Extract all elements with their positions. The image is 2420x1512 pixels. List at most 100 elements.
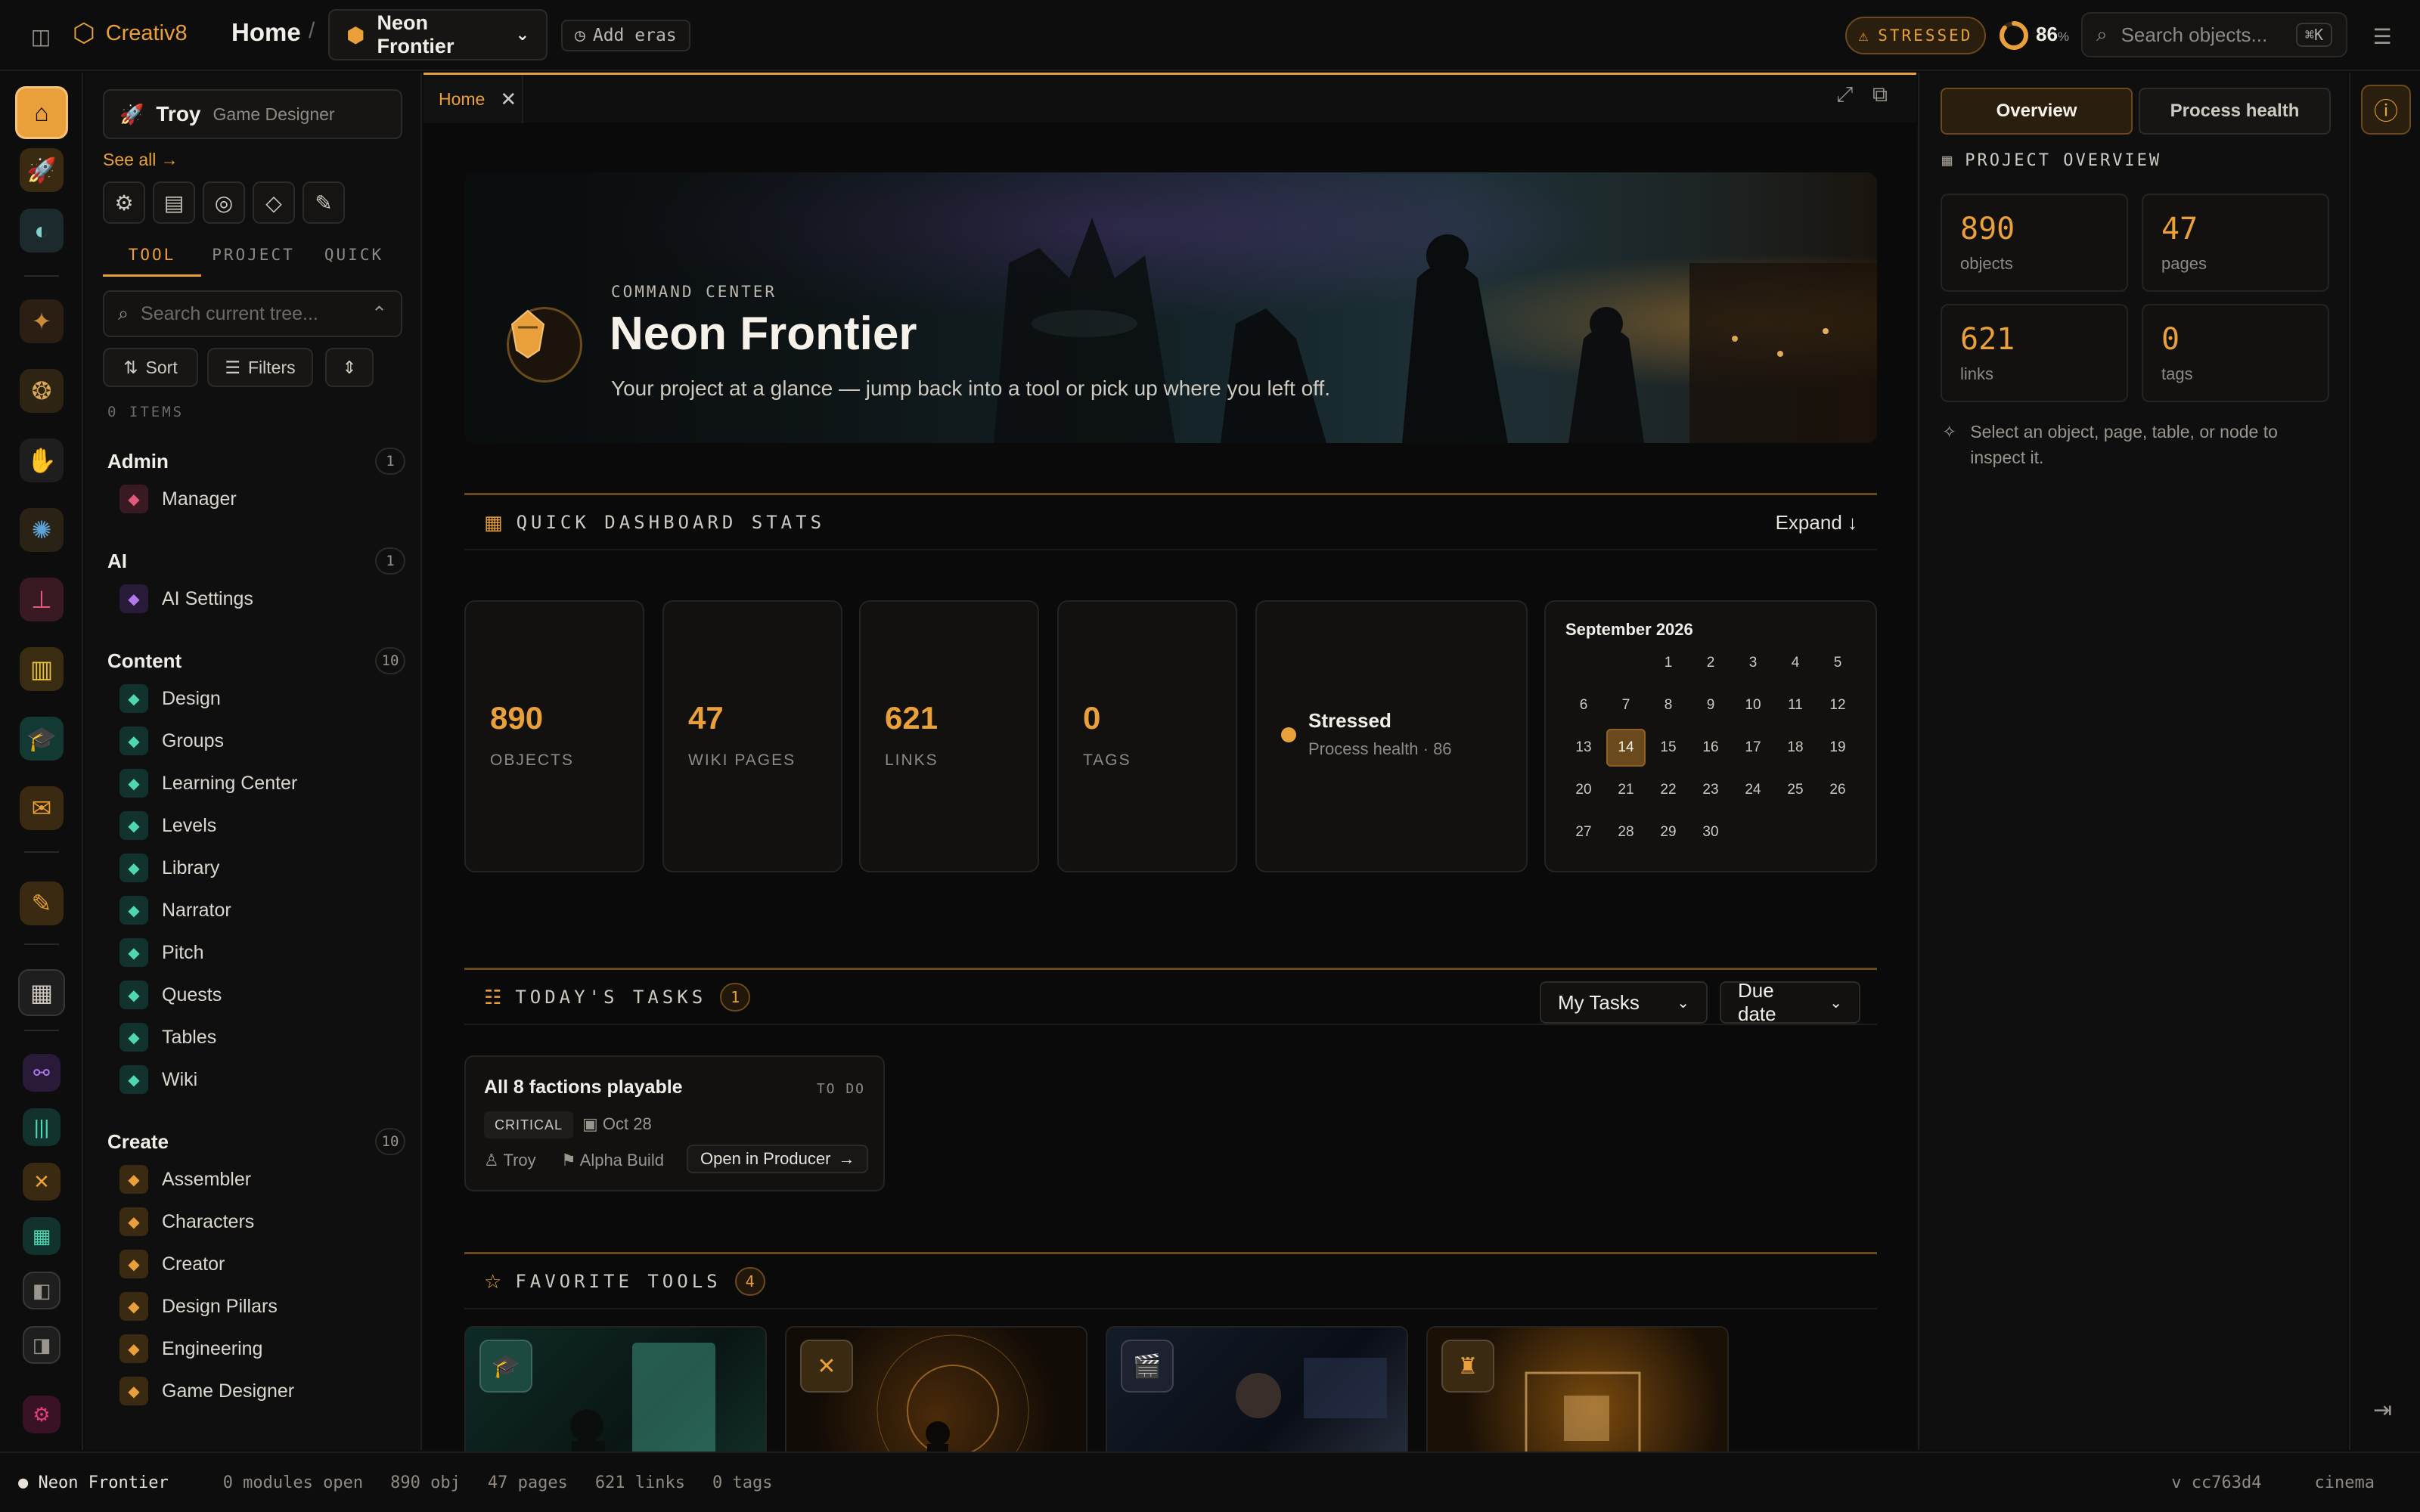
rocket-icon[interactable]: 🚀 [20, 148, 64, 192]
calendar-day[interactable]: 17 [1733, 729, 1773, 767]
calendar-day[interactable]: 6 [1564, 686, 1603, 724]
status-badge[interactable]: ⚠ STRESSED [1845, 17, 1986, 54]
expand-collapse-button[interactable]: ⇕ [325, 348, 374, 387]
calendar-day[interactable]: 18 [1776, 729, 1815, 767]
tree-item[interactable]: ◆ Quests [119, 978, 222, 1012]
crossed-swords-icon[interactable]: ✕ [23, 1163, 60, 1201]
breadcrumb-home[interactable]: Home [231, 18, 301, 47]
books-icon[interactable]: ||| [23, 1108, 60, 1146]
info-icon[interactable]: ⓘ [2361, 85, 2411, 135]
tab-project[interactable]: PROJECT [204, 239, 302, 277]
calendar-day[interactable]: 4 [1776, 644, 1815, 682]
calendar-day[interactable]: 25 [1776, 771, 1815, 809]
calendar-day[interactable]: 26 [1818, 771, 1857, 809]
layout-icon[interactable]: ▤ [153, 181, 195, 224]
factory-icon[interactable]: ▥ [20, 647, 64, 691]
tree-item[interactable]: ◆ Library [119, 851, 219, 885]
tree-item[interactable]: ◆ AI Settings [119, 582, 253, 615]
calendar-day[interactable]: 11 [1776, 686, 1815, 724]
calendar-day[interactable]: 19 [1818, 729, 1857, 767]
filters-button[interactable]: ☰ Filters [207, 348, 313, 387]
tree-item[interactable]: ◆ Wiki [119, 1063, 197, 1096]
brain-icon[interactable]: ❂ [20, 369, 64, 413]
calendar-day[interactable]: 10 [1733, 686, 1773, 724]
tab-home[interactable]: Home ✕ [424, 75, 523, 123]
tree-item[interactable]: ◆ Game Designer [119, 1374, 294, 1408]
stat-card-wiki-pages[interactable]: 47 WIKI PAGES [662, 600, 842, 872]
tab-overview[interactable]: Overview [1941, 88, 2133, 135]
calendar-day[interactable]: 23 [1691, 771, 1730, 809]
tree-item[interactable]: ◆ Creator [119, 1247, 225, 1281]
globe-icon[interactable]: ◎ [203, 181, 245, 224]
tree-group-header[interactable]: Content 10 [107, 646, 405, 676]
panel-left-icon[interactable]: ◧ [23, 1272, 60, 1309]
tree-item[interactable]: ◆ Design [119, 682, 221, 715]
tree-group-header[interactable]: AI 1 [107, 546, 405, 576]
calendar-day[interactable]: 16 [1691, 729, 1730, 767]
tree-item[interactable]: ◆ Groups [119, 724, 224, 758]
bot-icon[interactable]: ✺ [20, 508, 64, 552]
sliders-icon[interactable]: ☰ [2367, 21, 2397, 51]
tree-item[interactable]: ◆ Narrator [119, 894, 231, 927]
tree-search-input[interactable]: ⌕ Search current tree... ⌃ [103, 290, 402, 337]
graduation-cap-icon[interactable]: 🎓 [20, 717, 64, 761]
calendar-day[interactable]: 28 [1606, 813, 1646, 851]
calendar-day-today[interactable]: 14 [1606, 729, 1646, 767]
tab-quick[interactable]: QUICK [306, 239, 402, 277]
tab-process-health[interactable]: Process health [2139, 88, 2331, 135]
ticket-icon[interactable]: ✉ [20, 786, 64, 830]
panel-right-icon[interactable]: ◨ [23, 1326, 60, 1364]
sidebar-toggle-icon[interactable]: ◫ [26, 21, 56, 51]
user-chip[interactable]: 🚀 Troy Game Designer [103, 89, 402, 139]
dashboard-icon[interactable]: ▦ [23, 1217, 60, 1255]
calendar-day[interactable]: 29 [1649, 813, 1688, 851]
task-sort-select[interactable]: Due date ⌄ [1720, 979, 1860, 1025]
shapes-icon[interactable]: ◇ [253, 181, 295, 224]
project-selector[interactable]: ⬢ Neon Frontier ⌄ [328, 9, 548, 60]
hand-icon[interactable]: ✋ [20, 438, 64, 482]
tools-icon[interactable]: ⚙ [103, 181, 145, 224]
grid-icon[interactable]: ▦ [18, 969, 65, 1016]
close-icon[interactable]: ✕ [500, 88, 517, 111]
external-link-icon[interactable]: ⧉ [1872, 82, 1888, 107]
see-all-link[interactable]: See all → [103, 150, 178, 170]
calendar-day[interactable]: 2 [1691, 644, 1730, 682]
tree-item[interactable]: ◆ Assembler [119, 1163, 251, 1196]
calendar-day[interactable]: 20 [1564, 771, 1603, 809]
gear-icon[interactable]: ⚙ [23, 1396, 60, 1433]
calendar-day[interactable]: 5 [1818, 644, 1857, 682]
tree-item[interactable]: ◆ Pitch [119, 936, 204, 969]
share-icon[interactable]: ⚯ [23, 1054, 60, 1092]
add-eras-button[interactable]: ◷ Add eras [561, 20, 690, 51]
tree-group-header[interactable]: Admin 1 [107, 446, 405, 476]
stat-card-tags[interactable]: 0 TAGS [1057, 600, 1237, 872]
tree-item[interactable]: ◆ Tables [119, 1021, 216, 1054]
expand-button[interactable]: Expand ↓ [1776, 511, 1857, 534]
maximize-icon[interactable]: ⤢ [1836, 82, 1853, 107]
calendar-day[interactable]: 22 [1649, 771, 1688, 809]
pencil-icon[interactable]: ✎ [302, 181, 345, 224]
calendar-day[interactable]: 13 [1564, 729, 1603, 767]
calendar-day[interactable]: 8 [1649, 686, 1688, 724]
calendar-day[interactable]: 30 [1691, 813, 1730, 851]
calendar-day[interactable]: 12 [1818, 686, 1857, 724]
calendar-day[interactable]: 3 [1733, 644, 1773, 682]
tree-group-header[interactable]: Create 10 [107, 1126, 405, 1157]
tree-item[interactable]: ◆ Characters [119, 1205, 254, 1238]
open-in-producer-button[interactable]: Open in Producer → [687, 1145, 869, 1173]
calendar-day[interactable]: 24 [1733, 771, 1773, 809]
calendar-day[interactable]: 9 [1691, 686, 1730, 724]
tree-item[interactable]: ◆ Engineering [119, 1332, 262, 1365]
brand-logo[interactable]: ⬡ Creativ8 [73, 18, 188, 48]
panel-collapse-icon[interactable]: ⇥ [2373, 1397, 2392, 1424]
tab-tool[interactable]: TOOL [103, 239, 201, 277]
calendar-day[interactable]: 15 [1649, 729, 1688, 767]
profile-icon[interactable]: ◐ [20, 209, 64, 253]
stat-card-objects[interactable]: 890 OBJECTS [464, 600, 644, 872]
sort-button[interactable]: ⇅ Sort [103, 348, 198, 387]
tree-item[interactable]: ◆ Levels [119, 809, 216, 842]
calendar-day[interactable]: 7 [1606, 686, 1646, 724]
calendar-day[interactable]: 27 [1564, 813, 1603, 851]
search-input[interactable]: ⌕ Search objects... ⌘K [2081, 12, 2347, 57]
home-icon[interactable]: ⌂ [15, 86, 68, 139]
